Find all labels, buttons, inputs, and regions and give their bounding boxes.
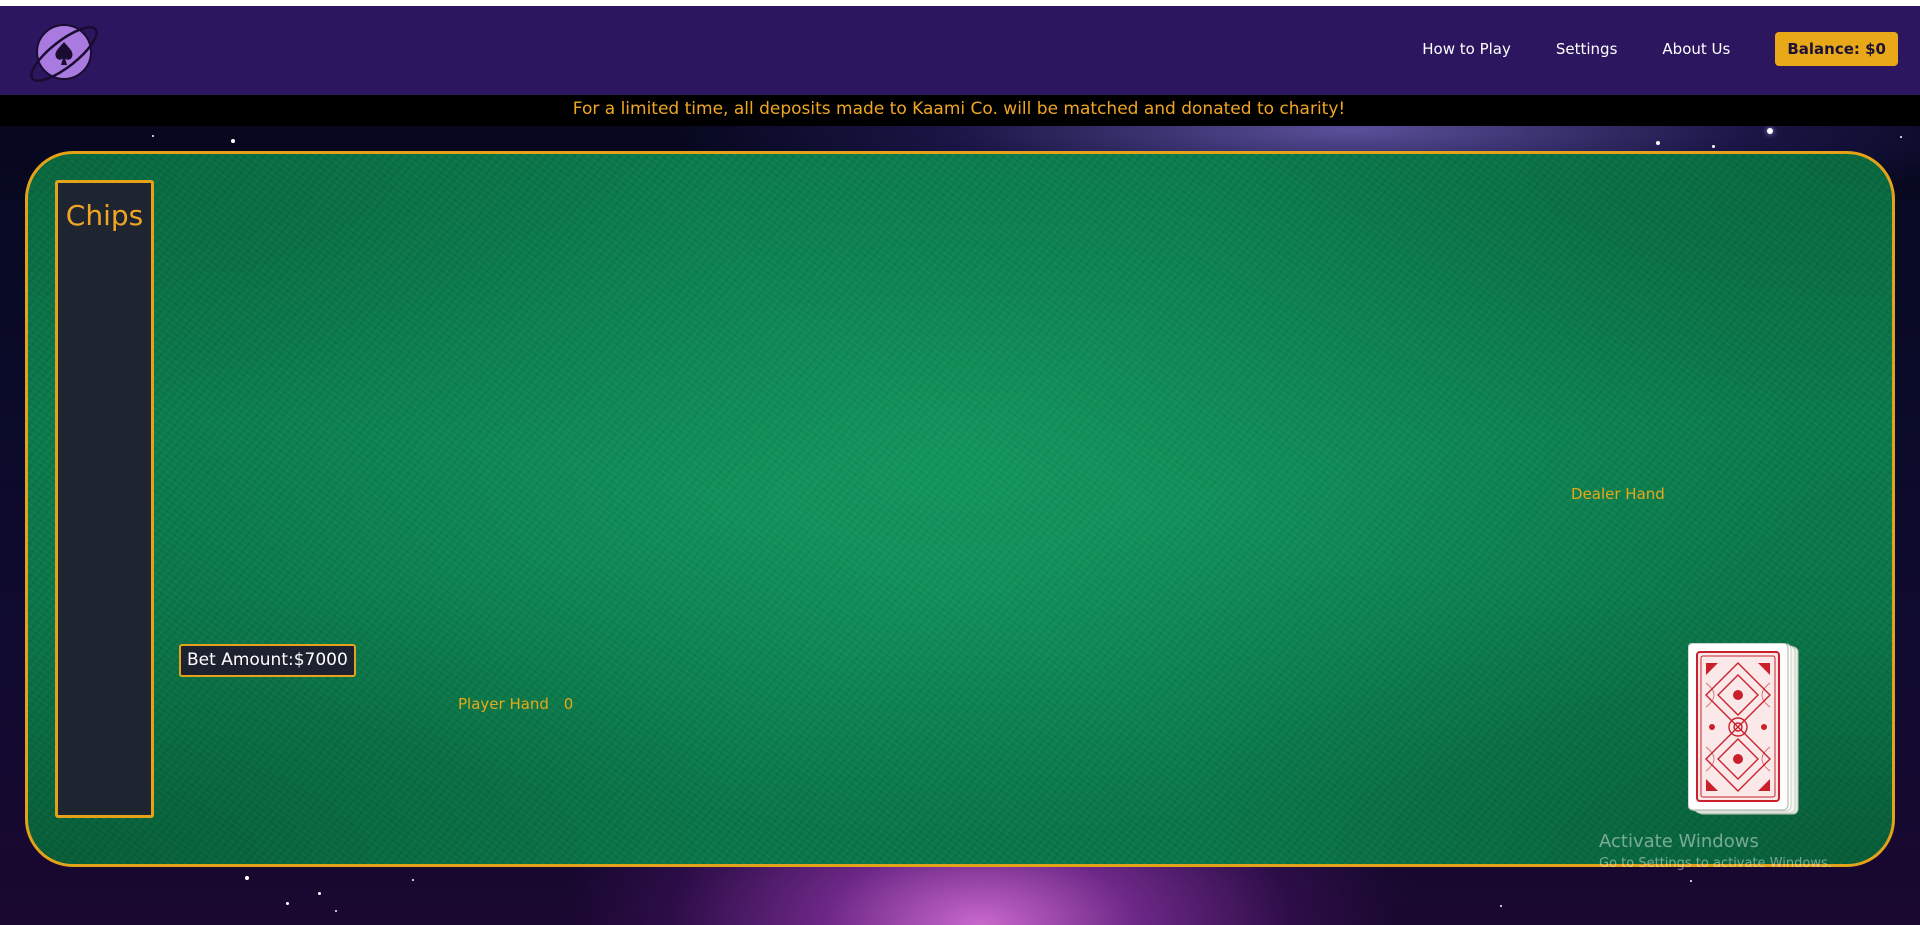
player-hand-score: 0	[563, 695, 574, 713]
watermark-title: Activate Windows	[1599, 831, 1759, 852]
blackjack-table: Chips Bet Amount:$7000 Player Hand 0 Dea…	[25, 151, 1895, 867]
nav-about-us[interactable]: About Us	[1662, 40, 1730, 58]
player-hand: Player Hand 0	[458, 695, 573, 713]
card-deck-back-icon[interactable]	[1687, 642, 1800, 816]
site-header: How to Play Settings About Us Balance: $…	[0, 6, 1920, 95]
nav-settings[interactable]: Settings	[1556, 40, 1618, 58]
nav-how-to-play[interactable]: How to Play	[1422, 40, 1511, 58]
promo-banner-text: For a limited time, all deposits made to…	[572, 99, 1346, 119]
watermark-subtitle: Go to Settings to activate Windows.	[1599, 856, 1832, 871]
planet-spade-logo-icon[interactable]	[28, 16, 100, 88]
chips-title: Chips	[65, 199, 144, 232]
bet-amount-display: Bet Amount:$7000	[179, 644, 356, 677]
chips-panel: Chips	[55, 180, 154, 818]
main-nav: How to Play Settings About Us Balance: $…	[1422, 32, 1898, 66]
balance-button[interactable]: Balance: $0	[1775, 32, 1898, 66]
promo-banner: For a limited time, all deposits made to…	[0, 95, 1920, 126]
player-hand-label: Player Hand	[458, 695, 549, 713]
dealer-hand-label: Dealer Hand	[1571, 485, 1665, 503]
windows-activation-watermark: Activate Windows Go to Settings to activ…	[1599, 831, 1832, 875]
